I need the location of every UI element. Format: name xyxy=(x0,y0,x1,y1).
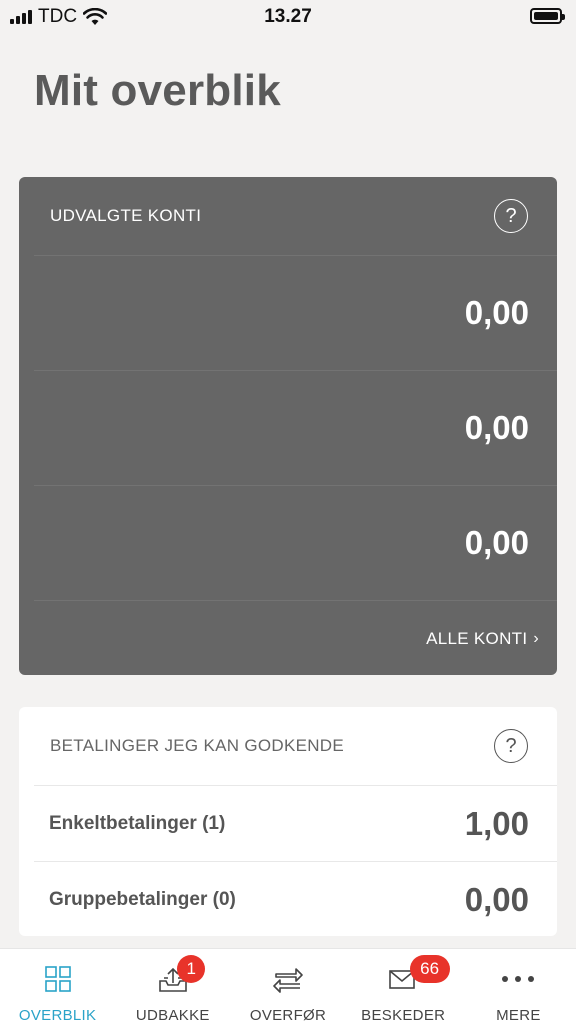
payments-to-approve-card: BETALINGER JEG KAN GODKENDE ? Enkeltbeta… xyxy=(19,707,557,936)
tab-label: MERE xyxy=(496,1007,541,1024)
account-row[interactable]: 0,00 xyxy=(34,485,557,600)
payment-row-amount: 0,00 xyxy=(464,880,529,918)
status-time: 13.27 xyxy=(264,6,312,27)
tab-mere[interactable]: MERE xyxy=(461,949,576,1024)
account-row[interactable]: 0,00 xyxy=(34,255,557,370)
grid-icon xyxy=(44,963,72,994)
all-accounts-label: ALLE KONTI xyxy=(426,628,528,648)
tab-overfor[interactable]: OVERFØR xyxy=(230,949,345,1024)
messages-badge: 66 xyxy=(409,955,450,983)
help-icon[interactable]: ? xyxy=(494,729,528,763)
tab-overblik[interactable]: OVERBLIK xyxy=(0,949,115,1024)
tab-label: OVERFØR xyxy=(249,1007,327,1024)
payment-row-label: Gruppebetalinger (0) xyxy=(49,888,236,910)
more-icon xyxy=(501,963,535,994)
accounts-card-title: UDVALGTE KONTI xyxy=(50,206,202,225)
payment-row-label: Enkeltbetalinger (1) xyxy=(49,812,226,834)
tab-label: OVERBLIK xyxy=(18,1007,97,1024)
tab-beskeder[interactable]: 66 BESKEDER xyxy=(346,949,461,1024)
help-icon[interactable]: ? xyxy=(494,199,528,233)
payment-row-single[interactable]: Enkeltbetalinger (1) 1,00 xyxy=(34,785,557,861)
account-row[interactable]: 0,00 xyxy=(34,370,557,485)
payment-row-amount: 1,00 xyxy=(464,804,529,842)
chevron-right-icon: › xyxy=(533,629,539,647)
selected-accounts-card: UDVALGTE KONTI ? 0,00 0,00 0,00 ALLE KON… xyxy=(19,177,557,675)
tab-bar: OVERBLIK 1 UDBAKKE OVERFØR 66 BESKEDER M… xyxy=(0,948,576,1024)
account-balance: 0,00 xyxy=(464,524,529,561)
payments-card-header: BETALINGER JEG KAN GODKENDE ? xyxy=(19,707,557,785)
page-title: Mit overblik xyxy=(34,66,281,115)
tab-udbakke[interactable]: 1 UDBAKKE xyxy=(115,949,230,1024)
payments-card-title: BETALINGER JEG KAN GODKENDE xyxy=(50,736,345,755)
tab-label: BESKEDER xyxy=(361,1007,446,1024)
accounts-card-header: UDVALGTE KONTI ? xyxy=(19,177,557,255)
account-balance: 0,00 xyxy=(464,294,529,331)
transfer-icon xyxy=(272,963,304,994)
all-accounts-link[interactable]: ALLE KONTI › xyxy=(34,600,557,676)
outbox-badge: 1 xyxy=(177,955,206,983)
status-bar: TDC 13.27 xyxy=(0,0,576,34)
payment-row-group[interactable]: Gruppebetalinger (0) 0,00 xyxy=(34,861,557,937)
account-balance: 0,00 xyxy=(464,409,529,446)
battery-icon xyxy=(530,8,565,24)
tab-label: UDBAKKE xyxy=(135,1007,210,1024)
